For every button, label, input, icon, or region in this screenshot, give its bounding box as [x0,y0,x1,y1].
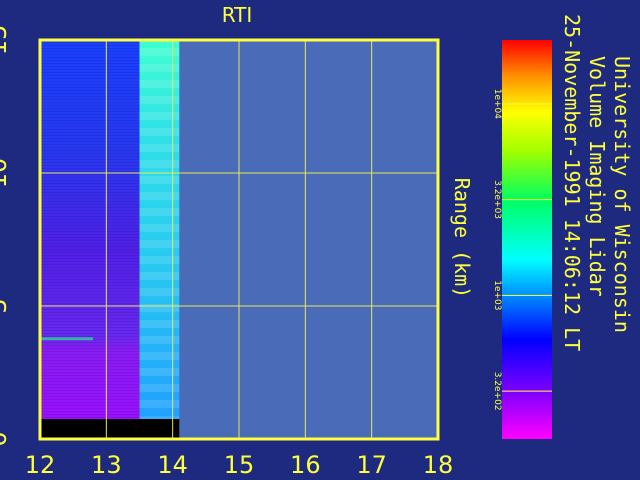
y-tick-label: 15 [0,25,12,56]
heatmap-texture [40,40,140,419]
y-tick-label: 5 [0,298,12,313]
annotation-institution: University of Wisconsin [610,56,634,333]
colorbar-tick-label: 3.2e+02 [492,372,502,411]
chart-title: RTI [222,3,253,27]
x-tick-label: 14 [157,451,188,479]
y-axis-ticks: 0 5 10 15 [0,25,12,447]
colorbar-tick-label: 3.2e+03 [492,180,502,219]
x-tick-label: 13 [91,451,122,479]
colorbar-gradient [502,40,552,439]
heatmap-data [40,40,180,439]
y-axis-label: Range (km) [450,178,474,298]
colorbar-tick-label: 1e+03 [492,280,502,310]
colorbar-tick-label: 1e+04 [492,89,502,120]
x-axis-ticks: 12 13 14 15 16 17 18 [25,451,454,479]
heatmap-stripes [139,40,180,419]
x-tick-label: 17 [356,451,387,479]
heatmap-blind-zone [40,419,180,439]
annotation-timestamp: 25-November-1991 14:06:12 LT [560,14,584,351]
y-tick-label: 0 [0,431,12,446]
y-tick-label: 10 [0,158,12,189]
x-tick-label: 16 [290,451,321,479]
rti-figure: RTI 12 13 14 15 16 17 18 0 5 10 15 Range (km) 1e+… [0,3,634,479]
x-tick-label: 12 [25,451,56,479]
annotation-instrument: Volume Imaging Lidar [585,56,609,297]
colorbar: 1e+04 3.2e+03 1e+03 3.2e+02 [492,40,552,439]
plot-area [38,38,440,441]
heatmap-layer-feature [40,337,94,341]
x-tick-label: 18 [423,451,454,479]
x-tick-label: 15 [224,451,255,479]
